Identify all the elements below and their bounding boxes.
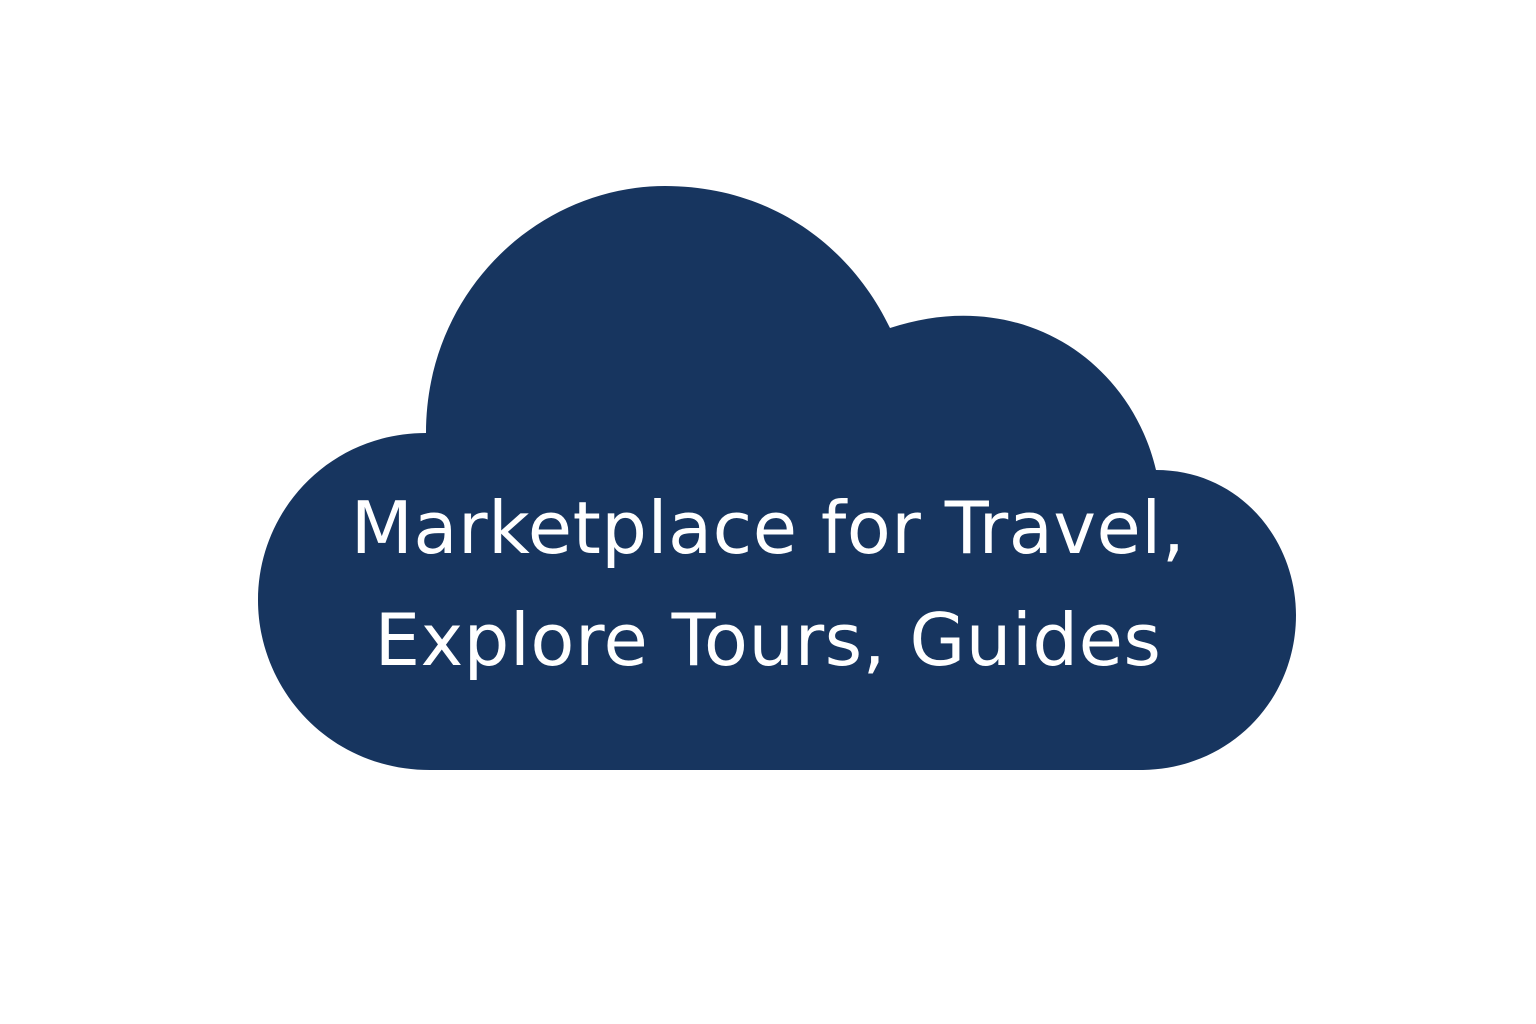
cloud-headline: Marketplace for Travel, Explore Tours, G…: [300, 472, 1236, 696]
canvas: Marketplace for Travel, Explore Tours, G…: [0, 0, 1536, 1024]
headline-line-2: Explore Tours, Guides: [374, 598, 1162, 682]
headline-line-1: Marketplace for Travel,: [350, 486, 1186, 570]
